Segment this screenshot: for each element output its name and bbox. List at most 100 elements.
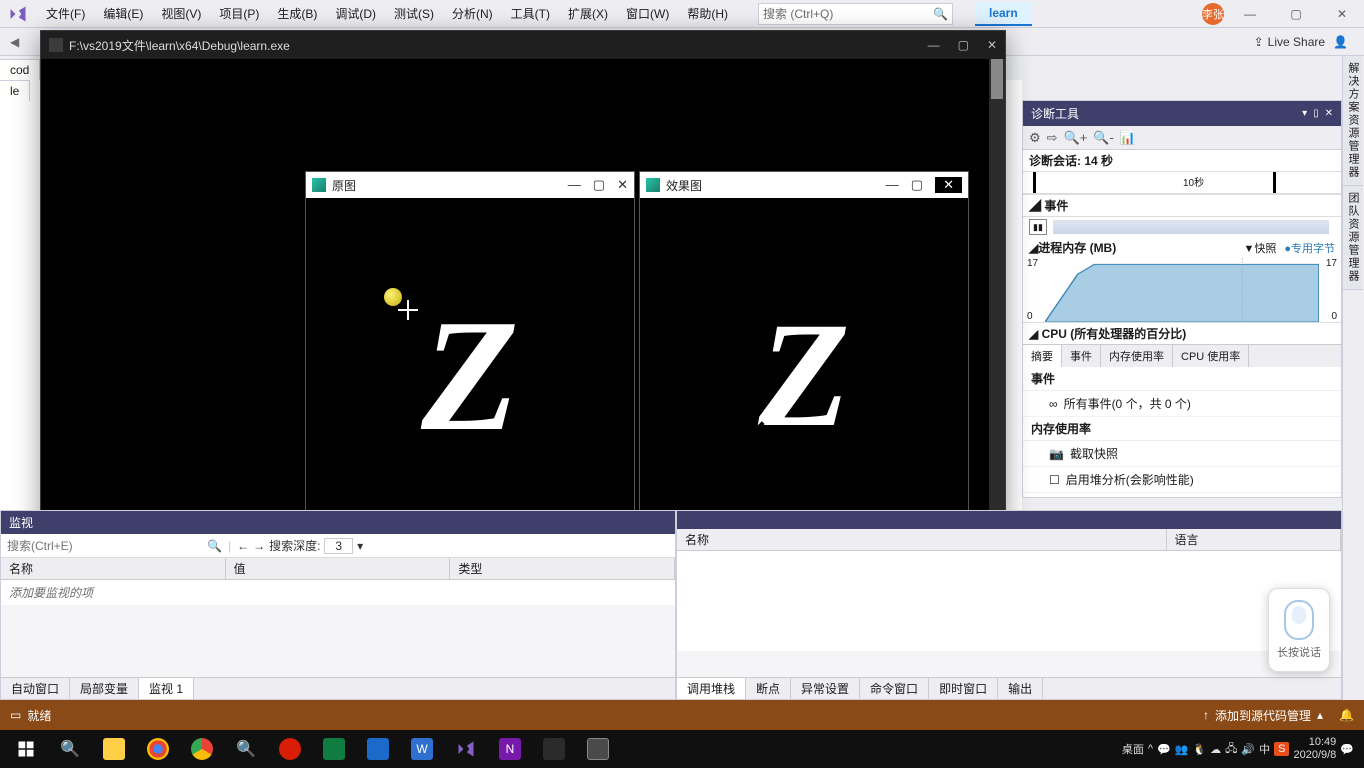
taskbar-tray-up-icon[interactable]: ^	[1148, 743, 1153, 755]
menu-debug[interactable]: 调试(D)	[327, 3, 384, 24]
cv-close-icon[interactable]: ✕	[935, 177, 962, 193]
diag-tab-cpu[interactable]: CPU 使用率	[1173, 345, 1249, 367]
depth-nav-right-icon[interactable]: →	[253, 539, 265, 553]
pause-icon[interactable]: ▮▮	[1029, 219, 1047, 235]
diag-section-memory[interactable]: ◢ 进程内存 (MB) ▼快照 ●专用字节	[1023, 237, 1341, 258]
console-minimize-icon[interactable]: —	[928, 38, 940, 52]
callstack-title-bar[interactable]	[677, 511, 1341, 529]
chevron-down-icon[interactable]: ▾	[357, 539, 363, 553]
tray-ime-label[interactable]: 中	[1259, 741, 1270, 757]
cv-max-icon[interactable]: ▢	[593, 177, 605, 193]
menu-test[interactable]: 测试(S)	[386, 3, 442, 24]
taskbar-search-icon[interactable]: 🔍	[48, 730, 92, 768]
zoom-in-icon[interactable]: 🔍+	[1064, 130, 1088, 146]
tray-wechat-icon[interactable]: 💬	[1157, 743, 1171, 756]
menu-extensions[interactable]: 扩展(X)	[560, 3, 616, 24]
tab-output[interactable]: 输出	[998, 678, 1043, 699]
panel-pin-icon[interactable]: ▯	[1313, 108, 1319, 119]
taskbar-wps-icon[interactable]: W	[400, 730, 444, 768]
taskbar-running-app-icon[interactable]	[576, 730, 620, 768]
vtab-team-explorer[interactable]: 团队资源管理器	[1343, 186, 1363, 290]
menu-tools[interactable]: 工具(T)	[503, 3, 558, 24]
tray-people-icon[interactable]: 👥	[1175, 743, 1189, 756]
depth-value[interactable]: 3	[324, 538, 353, 554]
zoom-out-icon[interactable]: 🔍-	[1093, 130, 1114, 146]
taskbar-explorer-icon[interactable]	[92, 730, 136, 768]
menu-build[interactable]: 生成(B)	[269, 3, 325, 24]
tab-command[interactable]: 命令窗口	[860, 678, 929, 699]
taskbar-chrome-icon[interactable]	[180, 730, 224, 768]
diag-section-events[interactable]: ◢ 事件	[1023, 194, 1341, 217]
cs-col-name[interactable]: 名称	[677, 529, 1167, 550]
watch-empty-hint[interactable]: 添加要监视的项	[1, 580, 675, 605]
tab-immediate[interactable]: 即时窗口	[929, 678, 998, 699]
cv-close-icon[interactable]: ✕	[617, 177, 628, 193]
window-minimize-icon[interactable]: —	[1230, 1, 1270, 27]
tab-locals[interactable]: 局部变量	[70, 678, 139, 699]
summary-item-all-events[interactable]: ∞所有事件(0 个，共 0 个)	[1023, 391, 1341, 417]
solution-name-badge[interactable]: learn	[975, 2, 1032, 26]
cv-title-original[interactable]: 原图 — ▢ ✕	[306, 172, 634, 198]
col-type[interactable]: 类型	[450, 558, 675, 579]
cv-max-icon[interactable]: ▢	[911, 177, 923, 193]
menu-file[interactable]: 文件(F)	[38, 3, 93, 24]
menu-help[interactable]: 帮助(H)	[679, 3, 736, 24]
action-center-icon[interactable]: 💬	[1340, 743, 1354, 756]
window-maximize-icon[interactable]: ▢	[1276, 1, 1316, 27]
console-window[interactable]: F:\vs2019文件\learn\x64\Debug\learn.exe — …	[40, 30, 1006, 538]
chart-icon[interactable]: 📊	[1120, 130, 1136, 146]
console-close-icon[interactable]: ✕	[987, 38, 997, 52]
live-share-button[interactable]: ⇪ Live Share	[1254, 35, 1325, 49]
menu-window[interactable]: 窗口(W)	[618, 3, 677, 24]
taskbar-chrome-canary-icon[interactable]	[136, 730, 180, 768]
start-button[interactable]	[4, 730, 48, 768]
menu-analyze[interactable]: 分析(N)	[444, 3, 501, 24]
quick-search-input[interactable]: 搜索 (Ctrl+Q) 🔍	[758, 3, 953, 25]
diagnostics-timeline[interactable]: 10秒	[1023, 172, 1341, 194]
opencv-window-result[interactable]: 效果图 — ▢ ✕ Z	[639, 171, 969, 527]
depth-nav-left-icon[interactable]: ←	[237, 539, 249, 553]
notifications-icon[interactable]: 🔔	[1339, 708, 1354, 722]
vtab-solution-explorer[interactable]: 解决方案资源管理器	[1343, 56, 1363, 186]
diag-tab-events[interactable]: 事件	[1062, 345, 1101, 367]
taskbar-onenote-icon[interactable]: N	[488, 730, 532, 768]
taskbar-clock[interactable]: 10:49 2020/9/8	[1293, 736, 1336, 761]
console-maximize-icon[interactable]: ▢	[958, 38, 969, 52]
diag-section-cpu[interactable]: ◢ CPU (所有处理器的百分比)	[1023, 322, 1341, 344]
panel-dropdown-icon[interactable]: ▾	[1302, 108, 1307, 119]
watch-search-input[interactable]	[1, 537, 201, 555]
user-avatar[interactable]: 李张	[1202, 3, 1224, 25]
tray-sogou-icon[interactable]: S	[1274, 742, 1289, 756]
editor-tab-le[interactable]: le	[0, 80, 30, 101]
tray-network-icon[interactable]: 🖧	[1225, 740, 1237, 759]
taskbar-terminal-icon[interactable]	[532, 730, 576, 768]
window-close-icon[interactable]: ✕	[1322, 1, 1362, 27]
chevron-up-icon[interactable]: ▴	[1317, 708, 1323, 722]
taskbar-netease-icon[interactable]	[268, 730, 312, 768]
tray-cloud-icon[interactable]: ☁	[1210, 743, 1221, 756]
console-scrollbar[interactable]	[989, 59, 1005, 537]
menu-edit[interactable]: 编辑(E)	[95, 3, 151, 24]
tray-qq-icon[interactable]: 🐧	[1192, 743, 1206, 756]
diag-tab-memory[interactable]: 内存使用率	[1101, 345, 1173, 367]
col-value[interactable]: 值	[226, 558, 451, 579]
tab-callstack[interactable]: 调用堆栈	[677, 678, 746, 699]
editor-tab-cod[interactable]: cod	[0, 59, 40, 80]
voice-input-button[interactable]: 长按说话	[1268, 588, 1330, 672]
toolbar-back-icon[interactable]: ◀	[10, 35, 19, 49]
taskbar-app1-icon[interactable]	[356, 730, 400, 768]
taskbar-everything-icon[interactable]: 🔍	[224, 730, 268, 768]
cv-min-icon[interactable]: —	[886, 177, 899, 193]
taskbar-vs-icon[interactable]	[444, 730, 488, 768]
opencv-window-original[interactable]: 原图 — ▢ ✕ Z	[305, 171, 635, 527]
gear-icon[interactable]: ⚙	[1029, 130, 1041, 146]
tab-watch1[interactable]: 监视 1	[139, 678, 194, 699]
watch-title[interactable]: 监视	[1, 511, 675, 534]
cv-min-icon[interactable]: —	[568, 177, 581, 193]
tab-exceptions[interactable]: 异常设置	[791, 678, 860, 699]
col-name[interactable]: 名称	[1, 558, 226, 579]
summary-item-heap[interactable]: ☐启用堆分析(会影响性能)	[1023, 467, 1341, 493]
search-icon[interactable]: 🔍	[201, 539, 228, 553]
diag-tab-summary[interactable]: 摘要	[1023, 345, 1062, 367]
feedback-icon[interactable]: 👤	[1333, 35, 1348, 49]
